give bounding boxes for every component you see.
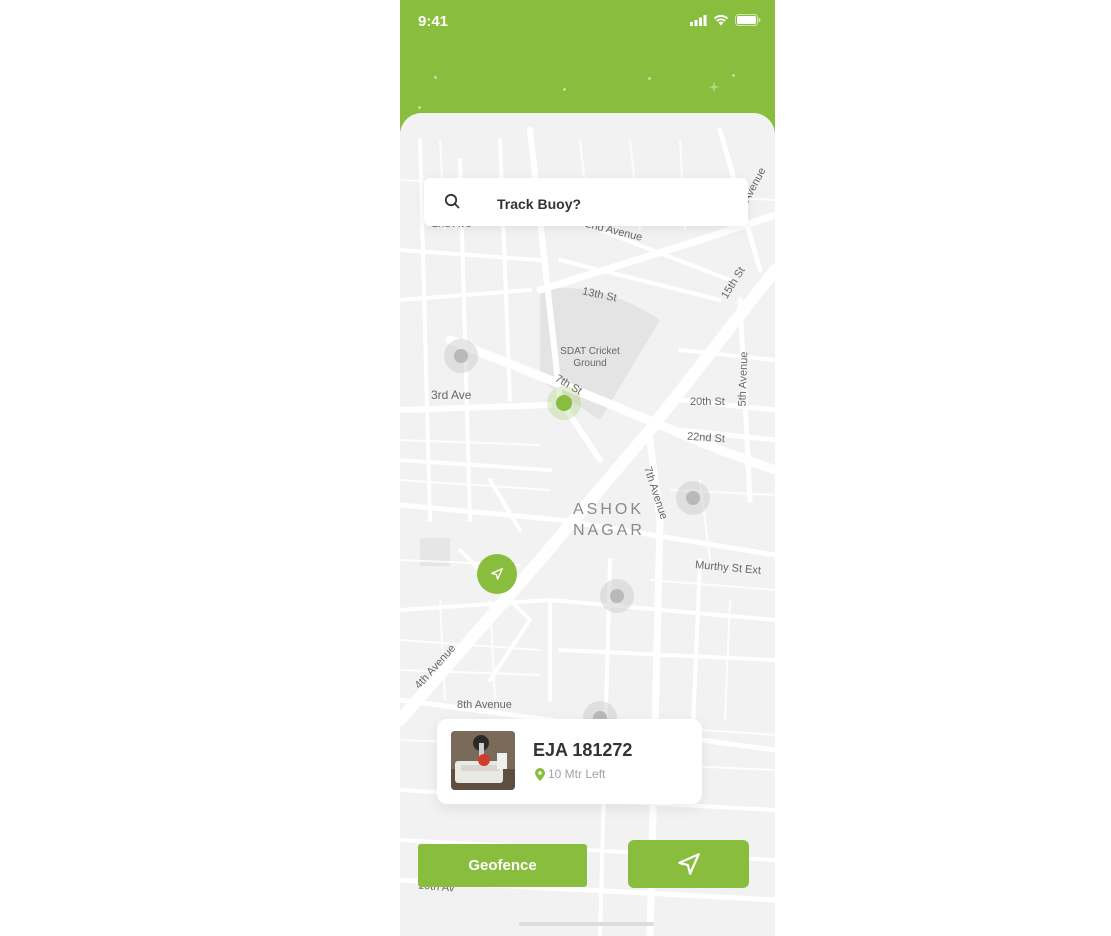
road-label: 20th St bbox=[690, 396, 725, 408]
road-label: 3rd Ave bbox=[431, 388, 472, 402]
location-arrow-icon bbox=[677, 853, 700, 875]
sparkle bbox=[434, 76, 437, 79]
active-buoy-pin[interactable] bbox=[547, 386, 581, 420]
home-indicator[interactable] bbox=[519, 922, 654, 926]
road-label: 22nd St bbox=[686, 430, 726, 446]
wifi-icon bbox=[713, 14, 729, 26]
my-location-marker[interactable] bbox=[477, 554, 517, 594]
status-icons bbox=[690, 14, 761, 26]
location-arrow-icon bbox=[491, 568, 503, 580]
sparkle bbox=[418, 106, 421, 109]
landmark-label: SDAT Cricket Ground bbox=[560, 346, 620, 369]
buoy-pin[interactable] bbox=[600, 579, 634, 613]
navigate-button[interactable] bbox=[628, 840, 749, 888]
sparkle bbox=[648, 77, 651, 80]
battery-icon bbox=[735, 14, 761, 26]
buoy-distance: 10 Mtr Left bbox=[548, 767, 606, 781]
area-label-line2: NAGAR bbox=[573, 522, 645, 539]
area-label: ASHOK NAGAR bbox=[573, 499, 645, 541]
buoy-pin[interactable] bbox=[676, 481, 710, 515]
road-label: 5th Avenue bbox=[736, 351, 751, 407]
buoy-thumbnail bbox=[451, 731, 515, 790]
map-view[interactable]: 2nd Ave 2nd Avenue 13th St 15th St Avenu… bbox=[400, 113, 775, 936]
status-time: 9:41 bbox=[418, 13, 449, 30]
map-pin-icon bbox=[535, 767, 545, 781]
search-icon bbox=[444, 193, 460, 209]
buoy-distance-row: 10 Mtr Left bbox=[535, 767, 605, 781]
area-label-line1: ASHOK bbox=[573, 501, 645, 518]
phone-screen: 9:41 2nd Avenue 13th St 15th St Avenue 3… bbox=[400, 0, 775, 936]
search-bar[interactable]: Track Buoy? bbox=[424, 178, 748, 226]
search-placeholder: Track Buoy? bbox=[497, 196, 582, 212]
buoy-card[interactable]: EJA 181272 10 Mtr Left bbox=[437, 719, 702, 804]
buoy-id: EJA 181272 bbox=[533, 740, 633, 760]
buoy-pin[interactable] bbox=[444, 339, 478, 373]
sparkle-star-icon bbox=[708, 81, 720, 93]
sparkle bbox=[732, 74, 735, 77]
sparkle bbox=[563, 88, 566, 91]
road-label: 8th Avenue bbox=[457, 699, 512, 711]
geofence-button[interactable]: Geofence bbox=[418, 844, 587, 887]
signal-icon bbox=[690, 14, 707, 26]
